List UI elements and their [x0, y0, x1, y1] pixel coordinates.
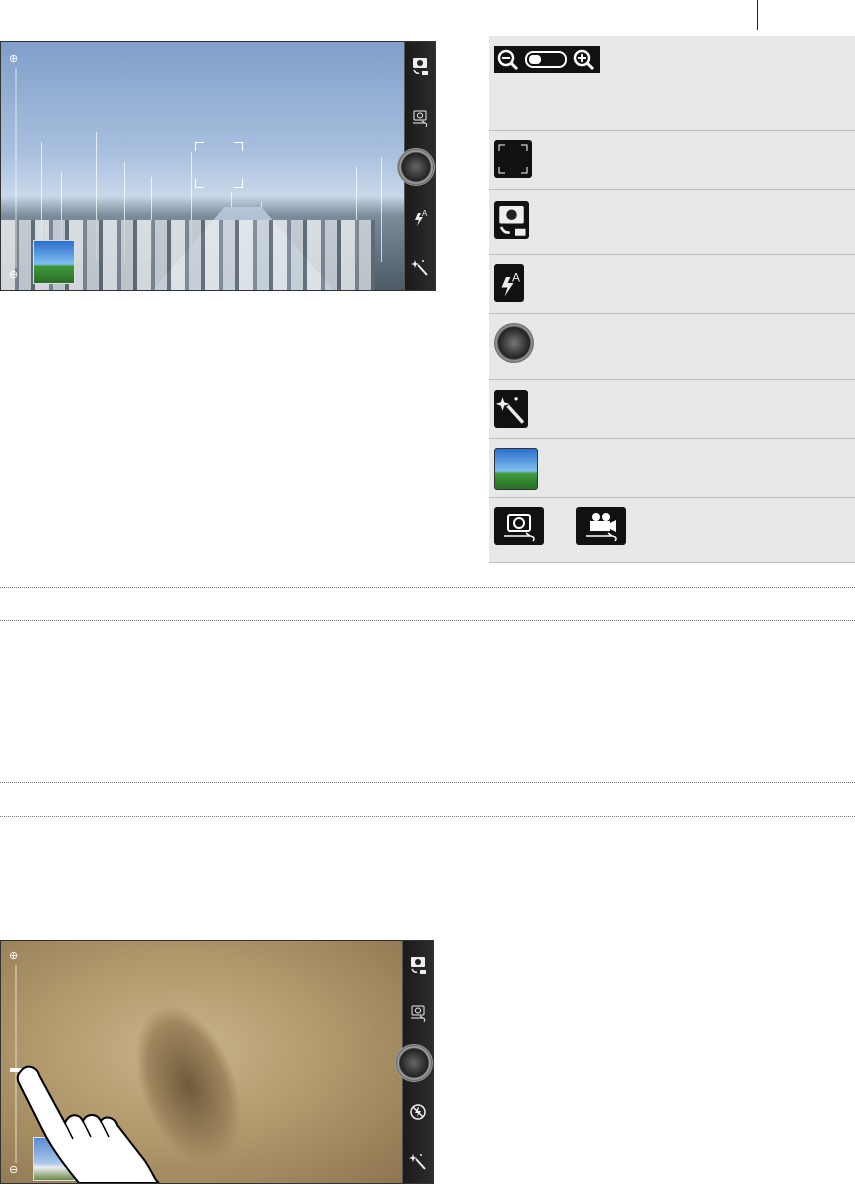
flash-off-icon[interactable] — [403, 1092, 433, 1132]
camera-share-icon[interactable] — [403, 945, 433, 985]
camera-share-icon[interactable] — [405, 46, 435, 86]
focus-frame-icon — [195, 142, 243, 188]
legend-row-shutter — [489, 313, 855, 379]
legend-row-gallery — [489, 438, 855, 497]
legend-row-flash: A — [489, 254, 855, 313]
shutter-icon — [494, 323, 534, 363]
effects-icon — [494, 390, 528, 428]
dotted-separator — [0, 816, 855, 817]
flash-auto-icon: A — [494, 264, 524, 302]
finger-gesture-icon — [16, 1065, 160, 1183]
legend-row-focus — [489, 130, 855, 189]
camera-share-icon — [494, 201, 529, 239]
gallery-icon — [494, 448, 538, 490]
camera-viewfinder-footprint: ⊕ ⊖ — [0, 940, 434, 1184]
switch-camera-icon[interactable] — [403, 993, 433, 1033]
camera-viewfinder-harbor: ⊕ ⊖ A — [0, 41, 436, 291]
effects-icon[interactable] — [403, 1141, 433, 1181]
zoom-control-icon — [494, 46, 600, 73]
legend-row-switch — [489, 497, 855, 562]
svg-text:A: A — [422, 209, 428, 218]
legend-row-effects — [489, 379, 855, 438]
zoom-out-icon[interactable]: ⊖ — [9, 268, 18, 281]
dotted-separator — [0, 782, 855, 783]
page-edge-line — [757, 0, 758, 30]
gallery-icon[interactable] — [33, 240, 75, 284]
icon-legend: A — [489, 36, 855, 563]
focus-frame-icon — [494, 140, 532, 178]
legend-row-zoom — [489, 36, 855, 130]
dotted-separator — [0, 620, 855, 621]
dotted-separator — [0, 587, 855, 588]
switch-video-icon — [576, 507, 626, 545]
shutter-icon[interactable] — [397, 148, 435, 186]
flash-auto-icon[interactable]: A — [405, 197, 435, 237]
zoom-slider[interactable] — [15, 68, 17, 268]
effects-icon[interactable] — [405, 247, 435, 287]
zoom-in-icon[interactable]: ⊕ — [9, 949, 18, 962]
legend-row-camera-share — [489, 189, 855, 254]
zoom-in-icon[interactable]: ⊕ — [9, 52, 18, 65]
svg-text:A: A — [512, 271, 520, 285]
switch-camera-icon — [494, 507, 544, 545]
shutter-icon[interactable] — [395, 1044, 433, 1082]
switch-camera-icon[interactable] — [405, 98, 435, 138]
